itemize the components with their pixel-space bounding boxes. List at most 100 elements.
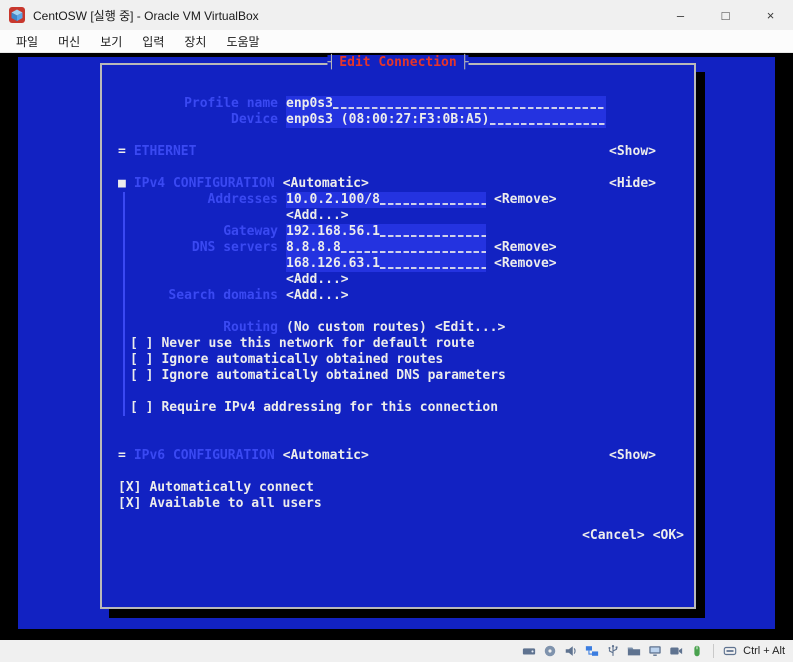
checkbox-never-default-route[interactable]: [ ] Never use this network for default r… (102, 336, 694, 352)
checkbox-label: Require IPv4 addressing for this connect… (161, 400, 499, 415)
ok-button[interactable]: <OK> (653, 528, 684, 544)
ipv6-section-label: IPv6 CONFIGURATION (133, 448, 275, 463)
input-filler (379, 192, 486, 208)
checkbox-require-ipv4[interactable]: [ ] Require IPv4 addressing for this con… (102, 400, 694, 416)
ipv6-show-button[interactable]: <Show> (609, 448, 656, 464)
input-filler (332, 96, 606, 112)
search-domains-add-button[interactable]: <Add...> (286, 288, 349, 304)
window-title: CentOSW [실행 중] - Oracle VM VirtualBox (33, 8, 259, 23)
dns-add-row: <Add...> (102, 272, 694, 288)
statusbar: Ctrl + Alt (0, 640, 793, 662)
checkbox-available-all-users[interactable]: [X] Available to all users (102, 496, 694, 512)
maximize-button[interactable]: □ (703, 0, 748, 30)
display-icon[interactable] (647, 643, 663, 659)
profile-name-label: Profile name (184, 96, 278, 111)
vm-screen: ┤ Edit Connection ├ Profile name enp0s3 De… (0, 53, 793, 640)
ipv6-section-row: = IPv6 CONFIGURATION <Automatic> <Show> (102, 448, 694, 464)
menu-view[interactable]: 보기 (90, 31, 132, 52)
checkbox-state: [ ] (130, 400, 154, 415)
checkbox-state: [X] (118, 496, 142, 511)
device-row: Device enp0s3 (08:00:27:F3:0B:A5) (102, 112, 694, 128)
ipv4-hide-button[interactable]: <Hide> (609, 176, 656, 192)
dns-row-2: 168.126.63.1 <Remove> (102, 256, 694, 272)
menu-machine[interactable]: 머신 (48, 31, 90, 52)
checkbox-automatically-connect[interactable]: [X] Automatically connect (102, 480, 694, 496)
network-icon[interactable] (584, 643, 600, 659)
harddisk-icon[interactable] (521, 643, 537, 659)
edit-connection-dialog: ┤ Edit Connection ├ Profile name enp0s3 De… (100, 55, 696, 609)
usb-icon[interactable] (605, 643, 621, 659)
gateway-label: Gateway (223, 224, 278, 239)
dns-label: DNS servers (191, 240, 278, 255)
minimize-button[interactable]: – (658, 0, 703, 30)
checkbox-state: [ ] (130, 368, 154, 383)
mouse-icon[interactable] (689, 643, 705, 659)
titlebar: CentOSW [실행 중] - Oracle VM VirtualBox – … (0, 0, 793, 30)
menu-help[interactable]: 도움말 (216, 31, 269, 52)
checkbox-label: Ignore automatically obtained DNS parame… (161, 368, 506, 383)
menu-file[interactable]: 파일 (6, 31, 48, 52)
input-filler (379, 256, 486, 272)
ipv6-mode-dropdown[interactable]: <Automatic> (283, 448, 369, 464)
dns-remove-button-2[interactable]: <Remove> (494, 256, 557, 272)
device-input[interactable]: enp0s3 (08:00:27:F3:0B:A5) (286, 112, 606, 128)
checkbox-ignore-dns[interactable]: [ ] Ignore automatically obtained DNS pa… (102, 368, 694, 384)
address-input[interactable]: 10.0.2.100/8 (286, 192, 486, 208)
profile-name-input[interactable]: enp0s3 (286, 96, 606, 112)
routing-label: Routing (223, 320, 278, 335)
terminal-background: ┤ Edit Connection ├ Profile name enp0s3 De… (18, 55, 775, 629)
ipv6-marker: = (118, 448, 126, 463)
device-label: Device (231, 112, 278, 127)
address-add-button[interactable]: <Add...> (286, 208, 349, 224)
address-remove-button[interactable]: <Remove> (494, 192, 557, 208)
virtualbox-app-icon (8, 6, 26, 24)
profile-name-row: Profile name enp0s3 (102, 96, 694, 112)
ipv4-mode-dropdown[interactable]: <Automatic> (283, 176, 369, 192)
input-filler (340, 240, 486, 256)
ethernet-section-label: ETHERNET (133, 144, 197, 159)
recording-icon[interactable] (668, 643, 684, 659)
cancel-button[interactable]: <Cancel> (582, 528, 645, 544)
ethernet-section-row: = ETHERNET <Show> (102, 144, 694, 160)
audio-icon[interactable] (563, 643, 579, 659)
checkbox-label: Automatically connect (149, 480, 314, 495)
routing-value: (No custom routes) (286, 320, 427, 335)
menu-devices[interactable]: 장치 (174, 31, 216, 52)
virtualbox-window: { "colors": { "terminal_blue": "#1222c2"… (0, 0, 793, 662)
statusbar-separator (713, 644, 715, 658)
ipv4-section-row: ■ IPv4 CONFIGURATION <Automatic> <Hide> (102, 176, 694, 192)
shared-folder-icon[interactable] (626, 643, 642, 659)
checkbox-state: [ ] (130, 336, 154, 351)
checkbox-ignore-routes[interactable]: [ ] Ignore automatically obtained routes (102, 352, 694, 368)
host-key-label: Ctrl + Alt (743, 645, 785, 657)
dns-input-2[interactable]: 168.126.63.1 (286, 256, 486, 272)
search-domains-label: Search domains (168, 288, 278, 303)
gateway-input[interactable]: 192.168.56.1 (286, 224, 486, 240)
dns-remove-button-1[interactable]: <Remove> (494, 240, 557, 256)
addresses-row: Addresses 10.0.2.100/8 <Remove> (102, 192, 694, 208)
gateway-row: Gateway 192.168.56.1 (102, 224, 694, 240)
dns-add-button[interactable]: <Add...> (286, 272, 349, 288)
host-key-icon (722, 643, 738, 659)
ipv4-section-label: IPv4 CONFIGURATION (133, 176, 275, 191)
dialog-body: Profile name enp0s3 Device enp0s3 (08:00… (102, 65, 694, 607)
address-add-row: <Add...> (102, 208, 694, 224)
optical-disc-icon[interactable] (542, 643, 558, 659)
input-filler (489, 112, 606, 128)
checkbox-state: [ ] (130, 352, 154, 367)
menubar: 파일 머신 보기 입력 장치 도움말 (0, 30, 793, 53)
ethernet-show-button[interactable]: <Show> (609, 144, 656, 160)
checkbox-label: Never use this network for default route (161, 336, 475, 351)
checkbox-label: Ignore automatically obtained routes (161, 352, 444, 367)
close-button[interactable]: × (748, 0, 793, 30)
dns-input-1[interactable]: 8.8.8.8 (286, 240, 486, 256)
ethernet-marker: = (118, 144, 126, 159)
addresses-label: Addresses (207, 192, 278, 207)
routing-edit-button[interactable]: <Edit...> (435, 320, 505, 336)
routing-row: Routing (No custom routes) <Edit...> (102, 320, 694, 336)
menu-input[interactable]: 입력 (132, 31, 174, 52)
dialog-buttons-row: <Cancel> <OK> (102, 528, 694, 544)
checkbox-label: Available to all users (149, 496, 322, 511)
search-domains-row: Search domains <Add...> (102, 288, 694, 304)
checkbox-state: [X] (118, 480, 142, 495)
